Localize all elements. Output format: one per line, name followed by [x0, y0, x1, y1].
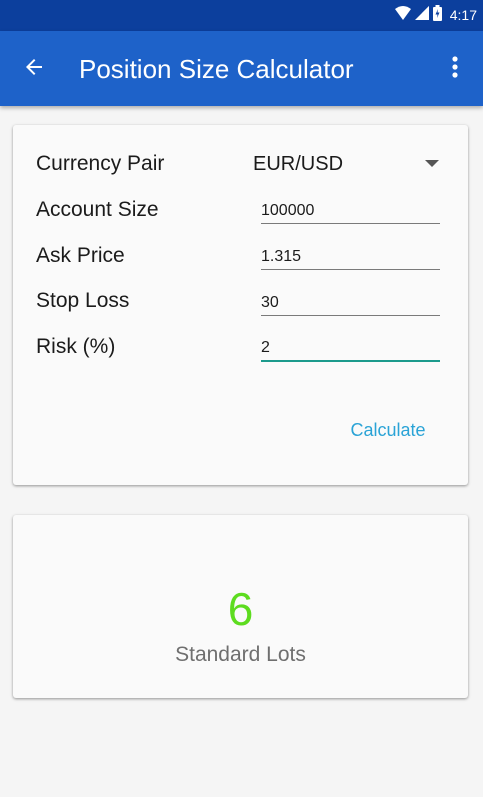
currency-pair-label: Currency Pair — [36, 152, 165, 175]
status-time: 4:17 — [449, 7, 477, 23]
calculator-form-card: Currency Pair EUR/USD Account Size Ask P… — [13, 125, 468, 485]
status-bar: 4:17 — [0, 0, 483, 31]
arrow-back-icon — [22, 55, 46, 84]
ask-price-label: Ask Price — [36, 244, 125, 267]
result-unit-label: Standard Lots — [175, 643, 306, 666]
more-vert-icon — [452, 55, 458, 84]
account-size-label: Account Size — [36, 198, 159, 221]
overflow-menu-button[interactable] — [443, 53, 467, 85]
result-card: 6 Standard Lots — [13, 515, 468, 698]
wifi-icon — [394, 5, 411, 25]
risk-input[interactable] — [261, 336, 440, 362]
calculate-button[interactable]: Calculate — [333, 415, 443, 445]
app-bar: Position Size Calculator — [0, 31, 483, 106]
dropdown-arrow-icon — [425, 160, 439, 167]
stop-loss-input[interactable] — [261, 291, 440, 316]
result-value: 6 — [227, 583, 254, 635]
risk-label: Risk (%) — [36, 335, 116, 358]
status-icons: 4:17 — [394, 4, 477, 26]
ask-price-input[interactable] — [261, 245, 440, 270]
battery-icon — [432, 4, 442, 26]
page-title: Position Size Calculator — [79, 54, 354, 84]
cell-signal-icon — [414, 5, 429, 25]
stop-loss-label: Stop Loss — [36, 289, 130, 312]
back-button[interactable] — [14, 51, 54, 87]
account-size-input[interactable] — [261, 199, 440, 224]
currency-pair-value: EUR/USD — [253, 153, 344, 175]
